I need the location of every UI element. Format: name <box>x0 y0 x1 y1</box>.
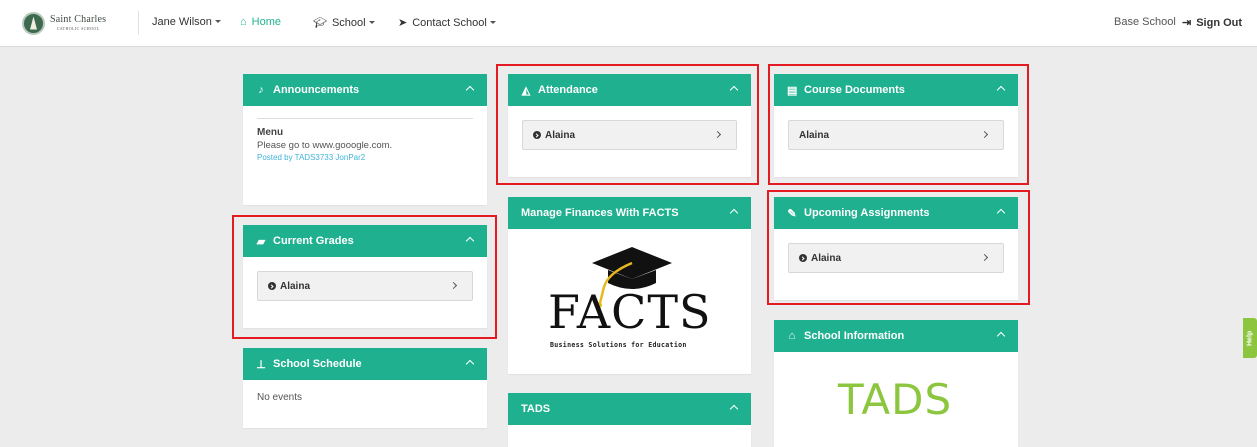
highlight-current-grades <box>232 215 497 339</box>
user-name: Jane Wilson <box>152 16 212 28</box>
announcements-panel: ♪ Announcements Menu Please go to www.go… <box>243 74 487 205</box>
manage-finances-panel: Manage Finances With FACTS FACTS Busines… <box>508 197 751 374</box>
chevron-up-icon[interactable] <box>996 331 1006 341</box>
nav-school-menu[interactable]: 🎓︎ School <box>313 16 375 29</box>
sign-out-link[interactable]: ⇥ Sign Out <box>1182 16 1242 29</box>
microphone-icon: ♪ <box>258 84 264 96</box>
help-tab[interactable]: Help <box>1243 318 1257 358</box>
sign-out-label: Sign Out <box>1196 17 1243 29</box>
chevron-up-icon[interactable] <box>465 359 475 369</box>
chevron-down-icon <box>489 21 496 24</box>
school-name: Saint Charles <box>50 14 107 25</box>
facts-logo[interactable]: FACTS Business Solutions for Education <box>508 229 751 374</box>
school-logo[interactable]: Saint Charles CATHOLIC SCHOOL <box>22 8 106 38</box>
base-school-link[interactable]: Base School <box>1114 16 1176 28</box>
navbar-divider <box>138 11 139 35</box>
tads-header[interactable]: TADS <box>508 393 751 425</box>
send-icon: ➤ <box>398 17 408 29</box>
panel-title: Announcements <box>273 84 360 96</box>
top-navbar: Saint Charles CATHOLIC SCHOOL Jane Wilso… <box>0 0 1257 47</box>
manage-finances-header[interactable]: Manage Finances With FACTS <box>508 197 751 229</box>
nav-school-label: School <box>331 17 366 29</box>
chevron-up-icon[interactable] <box>465 85 475 95</box>
user-menu[interactable]: Jane Wilson <box>152 16 221 28</box>
highlight-upcoming-assignments <box>767 190 1030 305</box>
announcement-heading: Menu <box>257 118 473 138</box>
nav-contact-label: Contact School <box>412 17 487 29</box>
home-icon: ⌂ <box>240 16 247 28</box>
panel-title: TADS <box>521 403 551 415</box>
facts-wordmark: FACTS <box>548 285 712 339</box>
school-schedule-header[interactable]: ⊥ School Schedule <box>243 348 487 380</box>
tads-panel: TADS <box>508 393 751 447</box>
chevron-up-icon[interactable] <box>729 404 739 414</box>
school-subtitle: CATHOLIC SCHOOL <box>56 26 100 31</box>
bank-icon: ⌂ <box>788 330 796 342</box>
announcements-header[interactable]: ♪ Announcements <box>243 74 487 106</box>
announcement-text: Please go to www.gooogle.com. <box>257 140 393 151</box>
nav-home[interactable]: ⌂ Home <box>240 16 281 28</box>
school-schedule-panel: ⊥ School Schedule No events <box>243 348 487 428</box>
school-information-panel: ⌂ School Information TADS <box>774 320 1018 447</box>
announcement-author[interactable]: Posted by TADS3733 JonPar2 <box>257 153 473 162</box>
school-crest-icon <box>22 11 45 35</box>
panel-title: School Schedule <box>273 358 362 370</box>
facts-tagline: Business Solutions for Education <box>550 341 687 349</box>
chevron-up-icon[interactable] <box>729 208 739 218</box>
school-information-header[interactable]: ⌂ School Information <box>774 320 1018 352</box>
chevron-down-icon <box>368 21 375 24</box>
no-events-text: No events <box>257 392 303 403</box>
graduation-cap-icon: 🎓︎ <box>313 17 327 29</box>
sign-out-icon: ⇥ <box>1182 17 1192 29</box>
tads-logo[interactable]: TADS <box>838 375 952 424</box>
panel-title: School Information <box>804 330 905 342</box>
pin-icon: ⊥ <box>256 358 266 371</box>
nav-home-label: Home <box>251 16 281 28</box>
nav-contact-menu[interactable]: ➤ Contact School <box>398 16 496 29</box>
highlight-course-documents <box>768 64 1029 185</box>
highlight-attendance <box>496 64 759 185</box>
chevron-down-icon <box>214 20 221 23</box>
panel-title: Manage Finances With FACTS <box>521 207 679 219</box>
